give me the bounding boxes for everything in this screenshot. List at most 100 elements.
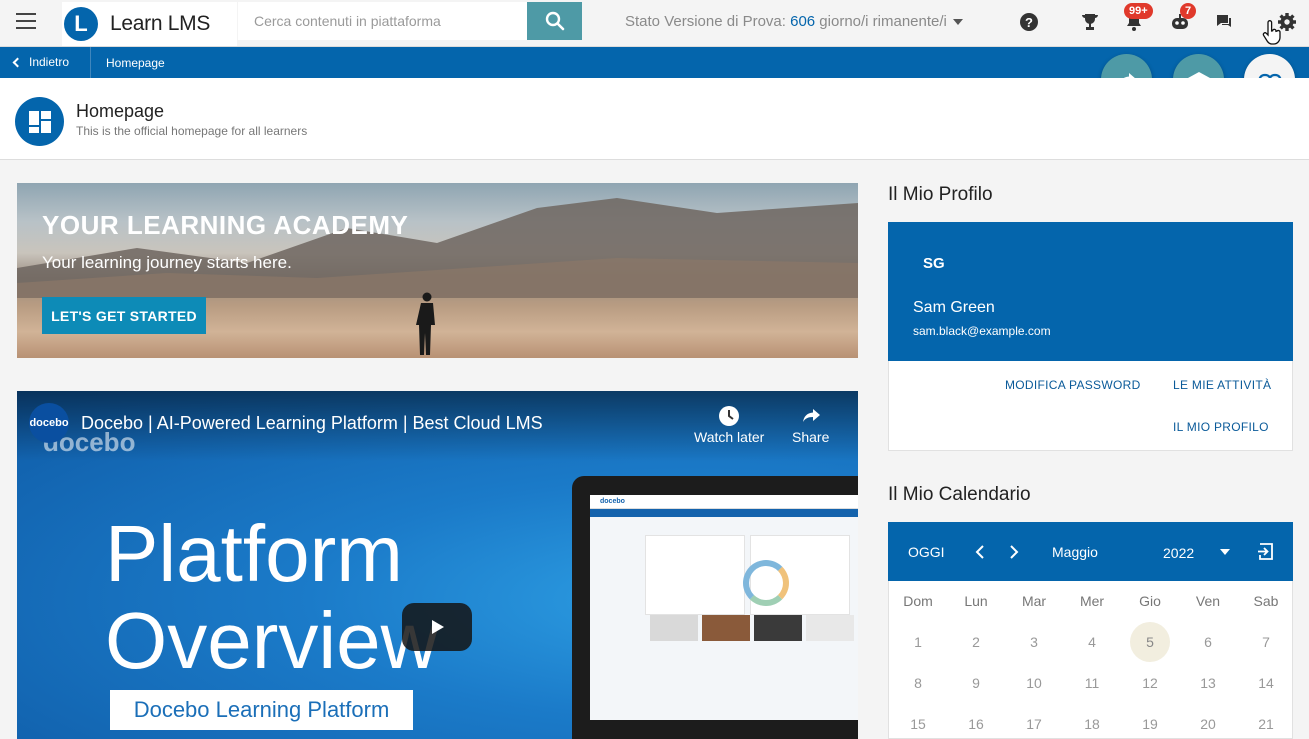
watch-later-label: Watch later: [694, 429, 765, 445]
screen-thumb-4: [806, 615, 854, 641]
trophy-icon[interactable]: [1079, 11, 1101, 33]
clock-icon: [719, 406, 740, 426]
trial-days: 606: [790, 13, 816, 30]
calendar-day[interactable]: 13: [1188, 663, 1228, 703]
my-activities-link[interactable]: LE MIE ATTIVITÀ: [1173, 378, 1271, 392]
calendar-day[interactable]: 6: [1188, 622, 1228, 662]
app-name: Learn LMS: [110, 12, 211, 35]
calendar-day[interactable]: 16: [956, 704, 996, 739]
banner-title: YOUR LEARNING ACADEMY: [42, 210, 409, 240]
profile-card: SG Sam Green sam.black@example.com: [888, 222, 1293, 361]
logo-mark: L: [64, 7, 98, 41]
screen-topbar: docebo: [590, 495, 858, 509]
share-label: Share: [792, 429, 830, 445]
screen-thumb-3: [754, 615, 802, 641]
caret-down-icon[interactable]: [1220, 549, 1230, 555]
calendar-day[interactable]: 11: [1072, 663, 1112, 703]
watch-later-button[interactable]: Watch later: [694, 403, 764, 445]
channel-logo[interactable]: docebo: [29, 403, 69, 443]
trial-prefix: Stato Versione di Prova:: [625, 13, 791, 30]
screen-bluebar: [590, 509, 858, 517]
calendar-year-select[interactable]: 2022: [1163, 545, 1194, 561]
calendar-grid: Dom Lun Mar Mer Gio Ven Sab 1 2 3 4 5 6 7 8 9 10 11 12 13 14…: [888, 581, 1293, 739]
calendar-month: Maggio: [1052, 544, 1098, 560]
expand-calendar-icon[interactable]: [1257, 543, 1274, 560]
screen-thumb-2: [702, 615, 750, 641]
calendar-day[interactable]: 19: [1130, 704, 1170, 739]
change-password-link[interactable]: MODIFICA PASSWORD: [1005, 378, 1141, 392]
weekday-label: Sab: [1253, 593, 1279, 609]
mountain-landscape-image: [17, 198, 858, 298]
calendar-day[interactable]: 4: [1072, 622, 1112, 662]
chevron-left-icon: [975, 545, 984, 559]
calendar-day[interactable]: 15: [898, 704, 938, 739]
top-header: L Learn LMS Stato Versione di Prova: 606…: [0, 0, 1309, 47]
today-button[interactable]: OGGI: [908, 544, 945, 560]
calendar-day[interactable]: 7: [1246, 622, 1286, 662]
weekday-label: Dom: [903, 593, 933, 609]
video-player[interactable]: docebo docebo Docebo | AI-Powered Learni…: [17, 391, 858, 739]
screen-panel-calendar: [645, 535, 745, 615]
hero-banner: YOUR LEARNING ACADEMY Your learning jour…: [17, 183, 858, 358]
get-started-button[interactable]: LET'S GET STARTED: [42, 297, 206, 334]
calendar-day[interactable]: 21: [1246, 704, 1286, 739]
weekday-label: Gio: [1139, 593, 1161, 609]
back-button[interactable]: Indietro: [12, 55, 70, 69]
breadcrumb-current: Homepage: [106, 56, 165, 70]
calendar-day[interactable]: 10: [1014, 663, 1054, 703]
play-icon: [432, 620, 444, 634]
hand-cursor-icon: [1262, 20, 1281, 45]
calendar-day[interactable]: 20: [1188, 704, 1228, 739]
screen-brand: docebo: [600, 498, 625, 505]
search-button[interactable]: [527, 2, 582, 40]
weekday-label: Mar: [1021, 593, 1047, 609]
calendar-header: OGGI Maggio 2022: [888, 522, 1293, 581]
avatar-initials: SG: [923, 255, 945, 272]
profile-links: MODIFICA PASSWORD LE MIE ATTIVITÀ IL MIO…: [888, 361, 1293, 451]
calendar-section-title: Il Mio Calendario: [888, 484, 1031, 505]
hamburger-menu-icon[interactable]: [16, 13, 36, 29]
banner-subtitle: Your learning journey starts here.: [42, 253, 292, 272]
dashboard-icon: [15, 97, 64, 146]
calendar-day[interactable]: 1: [898, 622, 938, 662]
breadcrumb-divider: [90, 47, 91, 78]
calendar-day[interactable]: 17: [1014, 704, 1054, 739]
weekday-label: Ven: [1195, 593, 1221, 609]
calendar-day[interactable]: 2: [956, 622, 996, 662]
calendar-day[interactable]: 3: [1014, 622, 1054, 662]
svg-text:?: ?: [1025, 15, 1033, 30]
caret-down-icon: [952, 19, 963, 26]
profile-section-title: Il Mio Profilo: [888, 184, 993, 205]
screen-thumb-1: [650, 615, 698, 641]
hiker-silhouette-image: [416, 292, 435, 355]
share-arrow-icon: [802, 409, 820, 422]
video-headline-line2: Overview: [105, 596, 439, 685]
prev-month-button[interactable]: [972, 544, 988, 560]
chevron-right-icon: [1010, 545, 1019, 559]
trial-status-dropdown[interactable]: Stato Versione di Prova: 606 giorno/i ri…: [625, 13, 963, 30]
page-header: Homepage This is the official homepage f…: [0, 78, 1309, 160]
page-subtitle: This is the official homepage for all le…: [76, 124, 308, 138]
calendar-day[interactable]: 18: [1072, 704, 1112, 739]
video-title[interactable]: Docebo | AI-Powered Learning Platform | …: [81, 413, 543, 434]
chat-icon[interactable]: [1213, 11, 1235, 33]
chevron-left-icon: [12, 57, 23, 67]
calendar-day[interactable]: 12: [1130, 663, 1170, 703]
share-video-button[interactable]: Share: [792, 403, 829, 445]
play-button[interactable]: [402, 603, 472, 651]
search-input[interactable]: [238, 2, 527, 40]
profile-email: sam.black@example.com: [913, 324, 1051, 338]
trial-suffix: giorno/i rimanente/i: [815, 13, 947, 30]
back-label: Indietro: [29, 55, 70, 69]
calendar-day[interactable]: 14: [1246, 663, 1286, 703]
calendar-day[interactable]: 8: [898, 663, 938, 703]
next-month-button[interactable]: [1006, 544, 1022, 560]
help-icon[interactable]: ?: [1018, 11, 1040, 33]
weekday-label: Mer: [1079, 593, 1105, 609]
calendar-day[interactable]: 9: [956, 663, 996, 703]
notifications-badge: 99+: [1124, 3, 1153, 19]
my-profile-link[interactable]: IL MIO PROFILO: [1173, 420, 1269, 434]
app-logo[interactable]: L Learn LMS: [62, 2, 237, 46]
assistant-badge: 7: [1180, 3, 1197, 19]
calendar-day-today[interactable]: 5: [1130, 622, 1170, 662]
